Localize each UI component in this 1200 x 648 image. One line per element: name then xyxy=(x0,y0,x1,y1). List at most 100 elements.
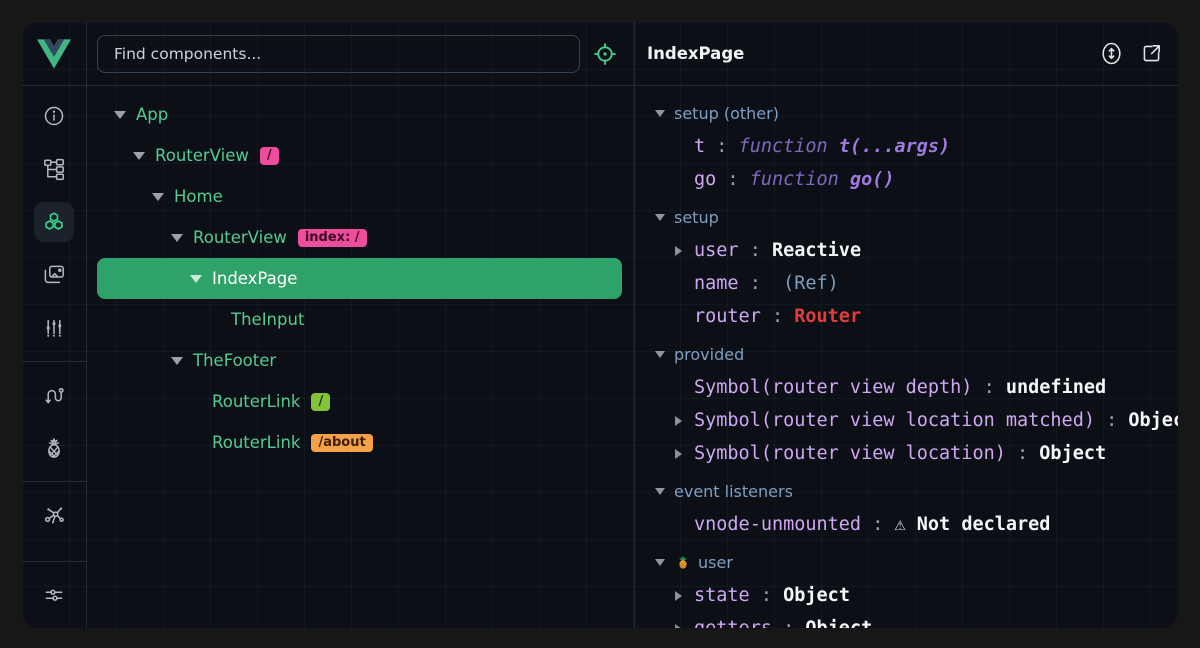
state-entry[interactable]: Symbol(router view location matched) : O… xyxy=(635,404,1178,437)
component-tree: App RouterView/HomeRouterViewindex: / Inde… xyxy=(87,86,634,463)
settings-button[interactable] xyxy=(34,575,74,615)
section-label: setup xyxy=(674,208,719,227)
router-tab-button[interactable] xyxy=(34,375,74,415)
pages-tab-button[interactable] xyxy=(34,149,74,189)
state-entry: vnode-unmounted : ⚠ Not declared xyxy=(635,508,1178,541)
section-label: user xyxy=(698,553,733,572)
triangle-right-icon xyxy=(675,449,682,459)
expand-arrow-icon[interactable] xyxy=(112,111,128,119)
info-icon xyxy=(42,104,66,128)
graph-tab-button[interactable] xyxy=(34,495,74,535)
pinia-store-icon xyxy=(675,554,691,570)
state-value: Not declared xyxy=(917,514,1051,535)
tree-row[interactable]: RouterLink/about xyxy=(87,422,634,463)
section-header[interactable]: setup (other) xyxy=(635,96,1178,130)
key-value-separator: : xyxy=(739,240,772,261)
inspector-section: user state : Objectgetters : Object xyxy=(635,545,1178,628)
search-input[interactable] xyxy=(97,35,580,73)
entry-expand-icon[interactable] xyxy=(675,246,694,256)
tree-row[interactable]: RouterLink/ xyxy=(87,381,634,422)
state-value: Object xyxy=(1039,443,1106,464)
tree-row[interactable]: TheFooter xyxy=(87,340,634,381)
state-value: (Ref) xyxy=(772,273,839,294)
components-tab-button[interactable] xyxy=(34,202,74,242)
expand-arrow-icon[interactable] xyxy=(169,357,185,365)
state-entry: name : (Ref) xyxy=(635,267,1178,300)
sidebar-bottom xyxy=(22,561,86,628)
vue-logo xyxy=(22,22,86,86)
state-entry[interactable]: getters : Object xyxy=(635,612,1178,628)
triangle-down-icon xyxy=(655,214,665,221)
entry-expand-icon[interactable] xyxy=(675,416,694,426)
triangle-down-icon xyxy=(133,152,145,160)
pinia-tab-button[interactable] xyxy=(34,428,74,468)
entry-expand-icon[interactable] xyxy=(675,449,694,459)
tree-row[interactable]: IndexPage xyxy=(97,258,622,299)
info-tab-button[interactable] xyxy=(34,96,74,136)
state-key: Symbol(router view depth) xyxy=(694,377,972,398)
section-header[interactable]: event listeners xyxy=(635,474,1178,508)
triangle-down-icon xyxy=(114,111,126,119)
component-name: TheInput xyxy=(231,310,304,329)
section-label: provided xyxy=(674,345,744,364)
sidebar xyxy=(22,22,87,628)
inspector-section: setup (other)t : function t(...args)go :… xyxy=(635,96,1178,196)
state-key: state xyxy=(694,585,750,606)
state-value: function xyxy=(739,136,839,157)
state-entry[interactable]: Symbol(router view location) : Object xyxy=(635,437,1178,470)
component-name: IndexPage xyxy=(212,269,297,288)
triangle-down-icon xyxy=(171,234,183,242)
devtools-window: App RouterView/HomeRouterViewindex: / Inde… xyxy=(22,22,1178,628)
tree-row[interactable]: TheInput xyxy=(87,299,634,340)
entry-expand-icon[interactable] xyxy=(675,624,694,629)
expand-arrow-icon[interactable] xyxy=(150,193,166,201)
timeline-tab-button[interactable] xyxy=(34,308,74,348)
key-value-separator: : xyxy=(705,136,738,157)
key-value-separator: : xyxy=(1095,410,1128,431)
state-key: Symbol(router view location) xyxy=(694,443,1006,464)
triangle-down-icon xyxy=(190,275,202,283)
tree-row[interactable]: RouterViewindex: / xyxy=(87,217,634,258)
scroll-to-component-icon xyxy=(1099,40,1124,67)
state-value: go() xyxy=(850,169,895,190)
tree-row[interactable]: Home xyxy=(87,176,634,217)
state-value: ⚠ xyxy=(895,514,917,535)
expand-arrow-icon[interactable] xyxy=(131,152,147,160)
component-name: App xyxy=(136,105,168,124)
assets-tab-button[interactable] xyxy=(34,255,74,295)
tree-row[interactable]: App xyxy=(87,94,634,135)
state-key: router xyxy=(694,306,761,327)
pinia-store-icon xyxy=(675,554,691,570)
entry-expand-icon[interactable] xyxy=(675,591,694,601)
section-header[interactable]: provided xyxy=(635,337,1178,371)
pineapple-icon xyxy=(42,436,66,460)
tree-row[interactable]: RouterView/ xyxy=(87,135,634,176)
state-key: t xyxy=(694,136,705,157)
state-value: Reactive xyxy=(772,240,861,261)
state-value: function xyxy=(750,169,850,190)
state-value: undefined xyxy=(1006,377,1106,398)
state-value: Object xyxy=(805,618,872,628)
state-entry: router : Router xyxy=(635,300,1178,333)
route-badge: index: / xyxy=(298,229,367,247)
triangle-down-icon xyxy=(655,351,665,358)
select-component-button[interactable] xyxy=(592,41,618,67)
router-hook-icon xyxy=(42,383,66,407)
expand-arrow-icon[interactable] xyxy=(188,275,204,283)
route-badge: /about xyxy=(311,434,372,452)
target-icon xyxy=(592,41,618,67)
triangle-down-icon xyxy=(655,488,665,495)
key-value-separator: : xyxy=(716,169,749,190)
section-header[interactable]: setup xyxy=(635,200,1178,234)
state-key: user xyxy=(694,240,739,261)
state-value: Router xyxy=(794,306,861,327)
triangle-right-icon xyxy=(675,591,682,601)
open-in-editor-button[interactable] xyxy=(1139,41,1164,66)
inspector-header: IndexPage xyxy=(635,22,1178,86)
expand-arrow-icon[interactable] xyxy=(169,234,185,242)
scroll-to-component-button[interactable] xyxy=(1099,40,1124,67)
state-entry[interactable]: user : Reactive xyxy=(635,234,1178,267)
section-header[interactable]: user xyxy=(635,545,1178,579)
state-entry[interactable]: state : Object xyxy=(635,579,1178,612)
inspector-section: setupuser : Reactivename : (Ref)router :… xyxy=(635,200,1178,333)
